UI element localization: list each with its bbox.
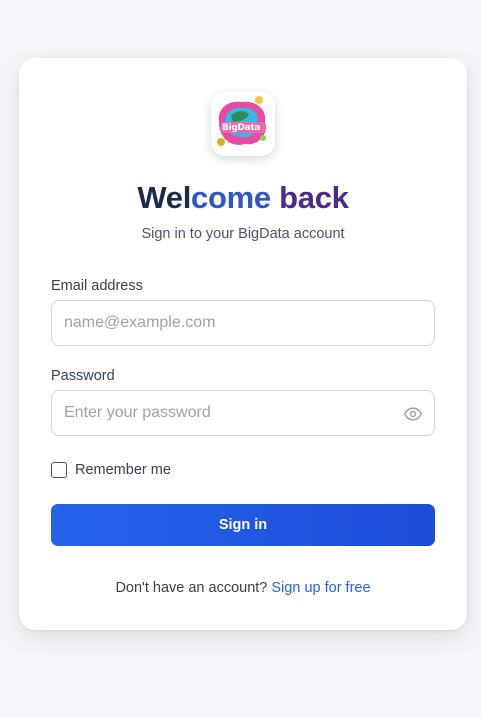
password-field[interactable] xyxy=(52,391,434,435)
logo-text: BigData xyxy=(222,123,261,133)
eye-icon[interactable] xyxy=(403,404,423,424)
title-part-1: Wel xyxy=(137,180,192,215)
sign-up-link[interactable]: Sign up for free xyxy=(271,580,370,596)
remember-me-row: Remember me xyxy=(51,461,171,479)
email-field[interactable] xyxy=(52,301,434,345)
bigdata-logo-icon: BigData xyxy=(211,92,275,156)
password-field-container xyxy=(51,390,435,436)
remember-me-label[interactable]: Remember me xyxy=(75,462,171,478)
page-title: Welcome back xyxy=(19,180,467,216)
email-label: Email address xyxy=(51,278,143,294)
sign-in-button[interactable]: Sign in xyxy=(51,504,435,546)
password-label: Password xyxy=(51,368,115,384)
title-part-2: come xyxy=(191,180,271,215)
page-subtitle: Sign in to your BigData account xyxy=(141,226,345,242)
email-field-container xyxy=(51,300,435,346)
login-card: BigData Welcome back Sign in to your Big… xyxy=(19,58,467,630)
remember-me-checkbox[interactable] xyxy=(51,462,67,478)
signup-prompt-text: Don't have an account? xyxy=(115,580,272,596)
title-part-3: back xyxy=(270,180,349,215)
signup-prompt: Don't have an account? Sign up for free xyxy=(19,579,467,597)
